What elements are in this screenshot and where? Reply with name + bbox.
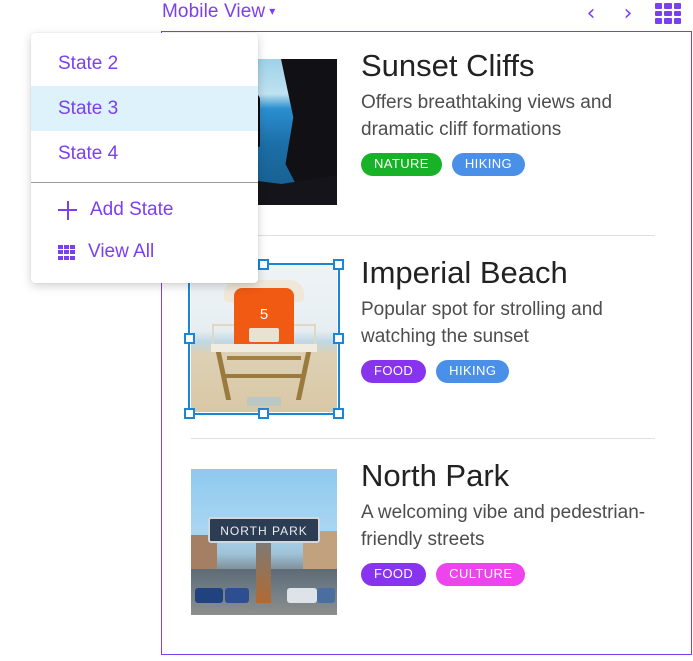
tag-row: NATURE HIKING (361, 153, 681, 176)
menu-item-state-4[interactable]: State 4 (31, 131, 258, 176)
view-title-dropdown-trigger[interactable]: Mobile View ▾ (162, 1, 275, 23)
resize-handle-se[interactable] (333, 408, 344, 419)
menu-item-state-3[interactable]: State 3 (31, 86, 258, 131)
grid-cell (70, 250, 75, 254)
next-state-button[interactable]: › (615, 0, 641, 28)
grid-icon (58, 244, 75, 260)
tower-rail-left (212, 324, 236, 345)
car (287, 588, 317, 603)
card-title: North Park (361, 458, 510, 493)
grid-cell (655, 3, 663, 9)
grid-view-icon[interactable] (655, 3, 681, 24)
grid-cell (64, 250, 69, 254)
grid-cell (673, 18, 681, 24)
tag-badge[interactable]: NATURE (361, 153, 442, 176)
list-item[interactable]: NORTH PARK North Park A welcoming vibe a… (162, 457, 693, 637)
grid-cell (655, 18, 663, 24)
tag-badge[interactable]: HIKING (451, 153, 526, 176)
car (317, 588, 335, 603)
card-description: Offers breathtaking views and dramatic c… (361, 92, 613, 140)
beach-towel (247, 397, 281, 406)
grid-cell (64, 244, 69, 249)
resize-handle-ne[interactable] (333, 259, 344, 270)
card-description: Popular spot for strolling and watching … (361, 299, 603, 347)
tag-badge[interactable]: FOOD (361, 360, 427, 383)
car (225, 588, 249, 603)
tag-badge[interactable]: HIKING (436, 360, 510, 383)
add-state-button[interactable]: Add State (31, 189, 258, 231)
tag-badge[interactable]: FOOD (361, 563, 427, 586)
grid-cell (58, 255, 63, 260)
view-all-button[interactable]: View All (31, 231, 258, 273)
sign-pole (256, 541, 271, 603)
tower-deck (211, 344, 317, 352)
list-item[interactable]: 5 Imperial Beach Popular spot for stroll… (162, 254, 693, 454)
grid-cell (58, 244, 63, 249)
grid-cell (664, 18, 672, 24)
tower-legs (215, 352, 313, 400)
plus-icon (58, 200, 77, 220)
card-text-block: Imperial Beach Popular spot for strollin… (361, 254, 681, 383)
add-state-label: Add State (90, 199, 174, 220)
tower-brace (227, 356, 301, 360)
chevron-down-icon: ▾ (269, 4, 276, 18)
menu-item-state-2[interactable]: State 2 (31, 41, 258, 86)
view-title-label: Mobile View (162, 1, 266, 22)
north-park-sign-photo: NORTH PARK (191, 469, 337, 615)
tag-row: FOOD CULTURE (361, 563, 681, 586)
card-separator (191, 438, 655, 439)
prev-state-button[interactable]: ‹ (578, 0, 604, 28)
resize-handle-s[interactable] (258, 408, 269, 419)
tower-brace (223, 374, 305, 378)
grid-cell (664, 10, 672, 17)
grid-cell (70, 244, 75, 249)
top-toolbar: Mobile View ▾ ‹ › (0, 0, 693, 30)
car (195, 588, 223, 603)
tower-number-label: 5 (259, 306, 269, 323)
grid-cell (58, 250, 63, 254)
resize-handle-w[interactable] (184, 333, 195, 344)
grid-cell (70, 255, 75, 260)
grid-cell (664, 3, 672, 9)
view-all-label: View All (88, 241, 155, 262)
imperial-beach-lifeguard-tower-photo: 5 (191, 266, 337, 412)
tag-row: FOOD HIKING (361, 360, 681, 383)
grid-cell (655, 10, 663, 17)
card-image[interactable]: NORTH PARK (191, 469, 337, 615)
menu-divider (31, 182, 258, 183)
card-title: Imperial Beach (361, 255, 568, 290)
resize-handle-n[interactable] (258, 259, 269, 270)
resize-handle-e[interactable] (333, 333, 344, 344)
card-text-block: North Park A welcoming vibe and pedestri… (361, 457, 681, 586)
north-park-sign-text: NORTH PARK (208, 517, 320, 543)
card-text-block: Sunset Cliffs Offers breathtaking views … (361, 47, 681, 176)
state-dropdown-menu: State 2 State 3 State 4 Add State View A… (31, 33, 258, 283)
grid-cell (673, 10, 681, 17)
card-separator (191, 235, 655, 236)
tower-rail-right (292, 324, 316, 345)
grid-cell (673, 3, 681, 9)
card-description: A welcoming vibe and pedestrian-friendly… (361, 502, 646, 550)
tag-badge[interactable]: CULTURE (436, 563, 526, 586)
tower-window (249, 328, 279, 342)
grid-cell (64, 255, 69, 260)
card-image[interactable]: 5 (191, 266, 337, 412)
resize-handle-sw[interactable] (184, 408, 195, 419)
card-title: Sunset Cliffs (361, 48, 535, 83)
